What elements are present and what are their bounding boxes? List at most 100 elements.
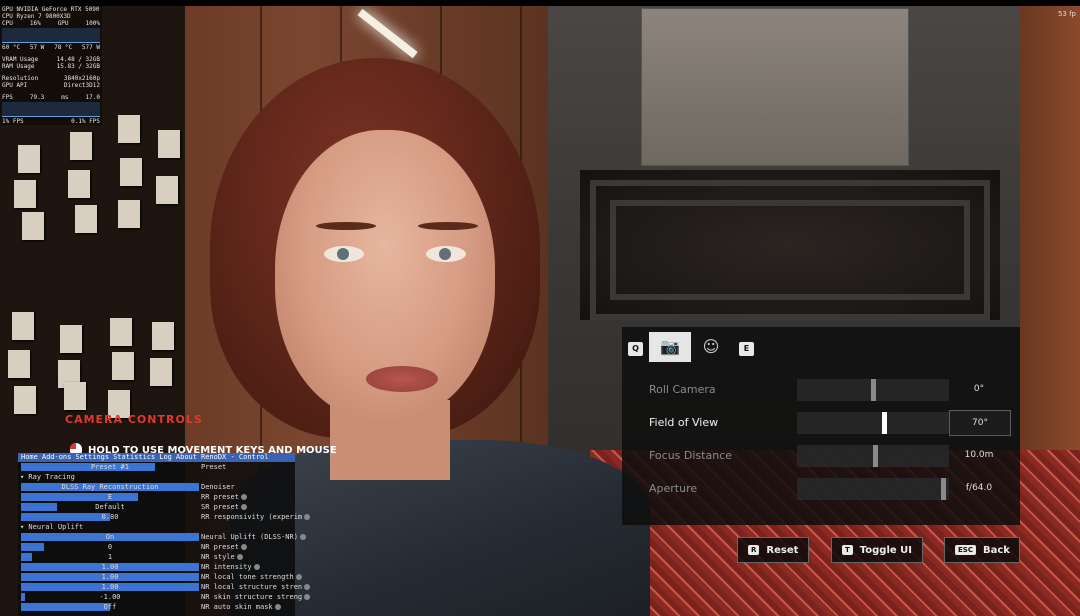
back-button[interactable]: ESC Back	[944, 537, 1020, 563]
setting-value: 1.00	[101, 573, 119, 581]
setting-label-text: RR preset	[201, 493, 239, 501]
setting-label-text: Neural Uplift (DLSS-NR)	[201, 533, 298, 541]
stone-panel	[641, 8, 909, 166]
fps-value: 79.3	[29, 94, 45, 101]
setting-slider[interactable]: 1	[21, 553, 199, 561]
setting-value: 0	[107, 543, 113, 551]
slider-handle[interactable]	[873, 445, 879, 467]
help-icon[interactable]	[304, 514, 311, 520]
addon-tab-2[interactable]: Settings	[75, 453, 109, 461]
addon-section-header: ▾ Neural Uplift	[18, 522, 295, 532]
slider-track[interactable]	[797, 412, 949, 434]
slider-label: Focus Distance	[649, 449, 733, 462]
cpu-percent: 16%	[29, 20, 41, 27]
right-eye	[426, 246, 466, 262]
reset-label: Reset	[766, 544, 799, 556]
slider-row[interactable]: Field of View 70°	[649, 410, 1011, 436]
setting-label-text: NR style	[201, 553, 235, 561]
cpu-power: 57 W	[29, 44, 45, 51]
setting-value: 0.80	[101, 513, 119, 521]
photo-mode-panel: Q 📷 ☺ E Roll Camera 0° Field of View 70° Foc…	[622, 327, 1020, 525]
addon-tab-1[interactable]: Add-ons	[42, 453, 72, 461]
setting-label: SR preset	[201, 502, 247, 512]
addon-tab-3[interactable]: Statistics	[113, 453, 155, 461]
gpu-percent: 100%	[85, 20, 100, 27]
setting-slider[interactable]: E	[21, 493, 199, 501]
help-icon[interactable]	[236, 554, 243, 560]
slider-handle[interactable]	[941, 478, 947, 500]
fps-graph	[2, 102, 100, 117]
setting-label: RR responsivity (experim	[201, 512, 311, 522]
slider-label: Field of View	[649, 416, 719, 429]
addon-setting-row: Off NR auto skin mask	[18, 602, 295, 612]
next-tab-key[interactable]: E	[739, 342, 754, 356]
slider-handle[interactable]	[870, 379, 876, 401]
setting-label-text: RR responsivity (experim	[201, 513, 303, 521]
addon-setting-row: On Neural Uplift (DLSS-NR)	[18, 532, 306, 542]
slider-value: f/64.0	[965, 483, 993, 493]
setting-value: Preset #1	[91, 463, 129, 471]
setting-slider[interactable]: DLSS Ray Reconstruction	[21, 483, 199, 491]
setting-slider[interactable]: 0	[21, 543, 199, 551]
help-icon[interactable]	[253, 564, 260, 570]
slider-value: 10.0m	[964, 450, 994, 460]
face-filter-icon[interactable]: ☺	[690, 332, 732, 362]
toggle-ui-button[interactable]: T Toggle UI	[831, 537, 923, 563]
addon-tab-0[interactable]: Home	[21, 453, 38, 461]
setting-label-text: NR local structure stren	[201, 583, 303, 591]
gpu-name: GPU NVIDIA GeForce RTX 5090	[2, 6, 100, 13]
help-icon[interactable]	[274, 604, 281, 610]
addon-tab-5[interactable]: About	[176, 453, 197, 461]
help-icon[interactable]	[295, 574, 302, 580]
prev-tab-key[interactable]: Q	[628, 342, 643, 356]
performance-overlay: GPU NVIDIA GeForce RTX 5090 CPU Ryzen 7 …	[0, 6, 102, 125]
help-icon[interactable]	[240, 494, 247, 500]
setting-slider[interactable]: Default	[21, 503, 199, 511]
setting-slider[interactable]: -1.00	[21, 593, 199, 601]
setting-label-text: NR preset	[201, 543, 239, 551]
addon-setting-row: Default SR preset	[18, 502, 295, 512]
slider-row[interactable]: Roll Camera 0°	[649, 377, 1009, 403]
section-title[interactable]: ▾ Ray Tracing	[18, 473, 75, 481]
slider-row[interactable]: Aperture f/64.0	[649, 476, 1009, 502]
addon-tab-bar: Home Add-ons Settings Statistics Log About Ren…	[18, 453, 295, 462]
setting-slider[interactable]: 1.00	[21, 573, 199, 581]
setting-slider[interactable]: 1.00	[21, 583, 199, 591]
camera-icon[interactable]: 📷	[649, 332, 691, 362]
ram-label: RAM Usage	[2, 63, 35, 70]
ms-value: 17.0	[85, 94, 100, 101]
addon-setting-row: -1.00 NR skin structure streng	[18, 592, 311, 602]
setting-value: DLSS Ray Reconstruction	[61, 483, 159, 491]
setting-label-text: NR skin structure streng	[201, 593, 303, 601]
setting-slider[interactable]: 1.00	[21, 563, 199, 571]
slider-track[interactable]	[797, 445, 949, 467]
resolution-label: Resolution	[2, 75, 39, 82]
addon-tab-4[interactable]: Log	[159, 453, 172, 461]
setting-slider[interactable]: 0.80	[21, 513, 199, 521]
help-icon[interactable]	[304, 594, 311, 600]
section-title[interactable]: ▾ Neural Uplift	[18, 523, 83, 531]
addon-setting-row: 1.00 NR intensity	[18, 562, 295, 572]
setting-label-text: Preset	[201, 463, 227, 471]
cpu-label: CPU	[2, 20, 13, 27]
setting-slider[interactable]: Preset #1	[21, 463, 199, 471]
setting-label-text: NR intensity	[201, 563, 252, 571]
setting-slider[interactable]: On	[21, 533, 199, 541]
setting-label: Preset	[201, 462, 226, 472]
addon-tab-6[interactable]: RenoDX - Control	[201, 453, 268, 461]
low01-label: 0.1% FPS	[71, 118, 100, 125]
help-icon[interactable]	[299, 534, 306, 540]
help-icon[interactable]	[240, 544, 247, 550]
help-icon[interactable]	[240, 504, 247, 510]
setting-slider[interactable]: Off	[21, 603, 199, 611]
slider-track[interactable]	[797, 379, 949, 401]
slider-row[interactable]: Focus Distance 10.0m	[649, 443, 1009, 469]
slider-handle[interactable]	[882, 412, 888, 434]
resolution-value: 3840x2160p	[63, 75, 100, 82]
slider-track[interactable]	[797, 478, 949, 500]
setting-value: On	[105, 533, 115, 541]
reset-button[interactable]: R Reset	[737, 537, 809, 563]
setting-label: NR preset	[201, 542, 247, 552]
gpu-power: 577 W	[81, 44, 100, 51]
help-icon[interactable]	[304, 584, 311, 590]
